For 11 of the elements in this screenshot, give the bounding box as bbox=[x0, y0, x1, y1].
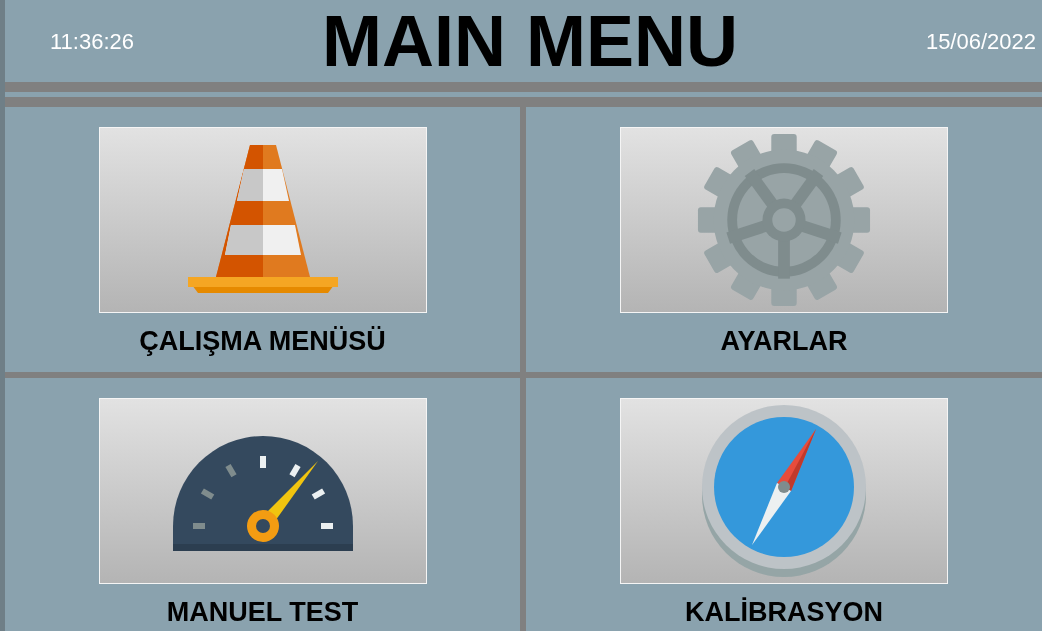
menu-label: MANUEL TEST bbox=[166, 596, 359, 628]
menu-label: KALİBRASYON bbox=[685, 596, 883, 628]
gear-icon bbox=[696, 132, 872, 308]
compass-icon bbox=[699, 403, 869, 579]
traffic-cone-icon bbox=[187, 145, 338, 295]
clock-time: 11:36:26 bbox=[50, 27, 134, 56]
menu-label: AYARLAR bbox=[720, 325, 848, 357]
menu-label: ÇALIŞMA MENÜSÜ bbox=[139, 325, 386, 357]
menu-button[interactable] bbox=[98, 398, 427, 584]
screen-title: MAIN MENU bbox=[321, 1, 738, 81]
current-date: 15/06/2022 bbox=[925, 27, 1036, 56]
